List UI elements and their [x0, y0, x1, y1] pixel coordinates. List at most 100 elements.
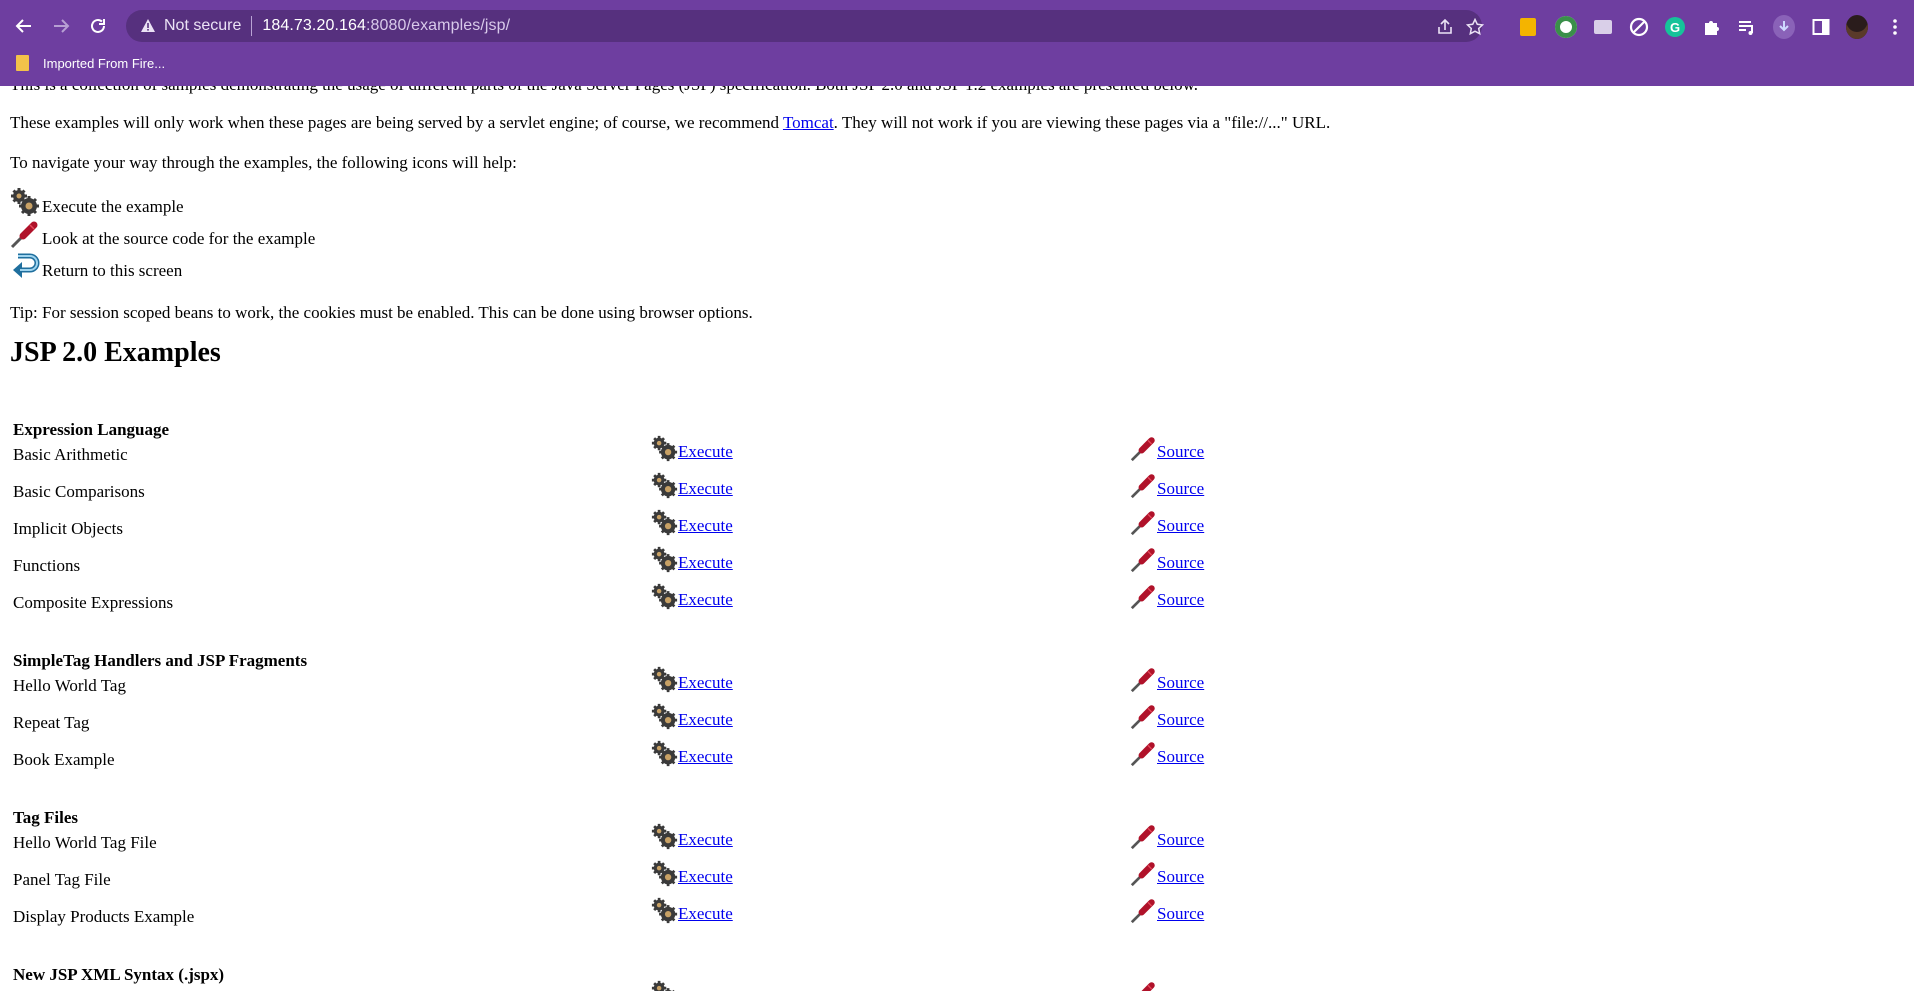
source-link[interactable]: Source — [1157, 710, 1204, 730]
source-link[interactable]: Source — [1157, 590, 1204, 610]
execute-link[interactable]: Execute — [678, 830, 733, 850]
extensions-puzzle-icon[interactable] — [1700, 16, 1722, 38]
group-title: SimpleTag Handlers and JSP Fragments — [13, 651, 308, 670]
group-title: Expression Language — [13, 420, 170, 439]
back-button[interactable] — [10, 12, 38, 40]
forward-button[interactable] — [47, 12, 75, 40]
execute-link[interactable]: Execute — [678, 590, 733, 610]
execute-gear-icon[interactable] — [651, 509, 678, 536]
source-screwdriver-icon[interactable] — [1130, 860, 1157, 887]
legend-execute-text: Execute the example — [42, 197, 184, 216]
source-screwdriver-icon[interactable] — [1130, 435, 1157, 462]
extension-globe-icon[interactable] — [1555, 16, 1577, 38]
keep-extension-icon[interactable] — [1517, 16, 1539, 38]
execute-link-cell: Execute — [651, 435, 733, 462]
execute-gear-icon[interactable] — [651, 435, 678, 462]
intro-paragraph: This is a collection of samples demonstr… — [10, 86, 1198, 95]
source-link[interactable]: Source — [1157, 553, 1204, 573]
profile-avatar[interactable] — [1846, 15, 1868, 39]
execute-link-cell: Execute — [651, 546, 733, 573]
execute-link[interactable]: Execute — [678, 479, 733, 499]
source-screwdriver-icon — [10, 219, 40, 249]
execute-link-cell: Execute — [651, 666, 733, 693]
extension-card-icon[interactable] — [1592, 16, 1614, 38]
reload-icon — [91, 18, 105, 33]
execute-gear-icon[interactable] — [651, 823, 678, 850]
legend-execute: Execute the example — [10, 187, 184, 217]
execute-link[interactable]: Execute — [678, 673, 733, 693]
bookmark-folder-imported[interactable]: Imported From Fire... — [16, 55, 165, 71]
execute-link-cell: Execute — [651, 860, 733, 887]
execute-gear-icon[interactable] — [651, 666, 678, 693]
execute-gear-icon[interactable] — [651, 703, 678, 730]
execute-gear-icon[interactable] — [651, 897, 678, 924]
servlet-note: These examples will only work when these… — [10, 113, 1330, 133]
execute-link[interactable]: Execute — [678, 867, 733, 887]
legend-source-text: Look at the source code for the example — [42, 229, 316, 248]
source-screwdriver-icon[interactable] — [1130, 666, 1157, 693]
execute-link-cell: Execute — [651, 583, 733, 610]
source-screwdriver-icon[interactable] — [1130, 583, 1157, 610]
execute-link[interactable]: Execute — [678, 987, 733, 991]
download-icon[interactable] — [1773, 15, 1795, 39]
source-link[interactable]: Source — [1157, 516, 1204, 536]
source-link[interactable]: Source — [1157, 904, 1204, 924]
source-link-cell: Source — [1130, 703, 1204, 730]
source-link[interactable]: Source — [1157, 867, 1204, 887]
warning-icon — [140, 18, 156, 34]
source-link[interactable]: Source — [1157, 987, 1204, 991]
source-link[interactable]: Source — [1157, 747, 1204, 767]
execute-gear-icon[interactable] — [651, 740, 678, 767]
url-path: :8080/examples/jsp/ — [366, 17, 511, 34]
bookmark-star-icon[interactable] — [1466, 18, 1484, 36]
grammarly-icon[interactable]: G — [1664, 16, 1686, 38]
media-queue-icon[interactable] — [1736, 16, 1758, 38]
not-secure-label[interactable]: Not secure — [164, 17, 241, 35]
block-extension-icon[interactable] — [1628, 16, 1650, 38]
source-screwdriver-icon[interactable] — [1130, 546, 1157, 573]
source-link[interactable]: Source — [1157, 442, 1204, 462]
address-bar[interactable]: Not secure 184.73.20.164:8080/examples/j… — [126, 10, 1484, 42]
execute-gear-icon[interactable] — [651, 980, 678, 991]
page-viewport: This is a collection of samples demonstr… — [0, 86, 1903, 991]
execute-link[interactable]: Execute — [678, 710, 733, 730]
return-arrow-icon — [10, 251, 40, 281]
example-name: Composite Expressions — [13, 593, 174, 612]
source-screwdriver-icon[interactable] — [1130, 823, 1157, 850]
group-title: New JSP XML Syntax (.jspx) — [13, 965, 225, 984]
address-separator — [251, 16, 253, 36]
source-screwdriver-icon[interactable] — [1130, 980, 1157, 991]
browser-menu-icon[interactable] — [1884, 16, 1906, 38]
execute-link-cell: Execute — [651, 823, 733, 850]
source-link[interactable]: Source — [1157, 673, 1204, 693]
execute-link[interactable]: Execute — [678, 442, 733, 462]
execute-link[interactable]: Execute — [678, 553, 733, 573]
group-title: Tag Files — [13, 808, 79, 827]
execute-gear-icon[interactable] — [651, 860, 678, 887]
example-name: Display Products Example — [13, 907, 195, 926]
tomcat-link[interactable]: Tomcat — [783, 113, 834, 132]
execute-link[interactable]: Execute — [678, 904, 733, 924]
execute-gear-icon[interactable] — [651, 546, 678, 573]
source-screwdriver-icon[interactable] — [1130, 472, 1157, 499]
execute-link[interactable]: Execute — [678, 516, 733, 536]
source-link-cell: Source — [1130, 860, 1204, 887]
share-icon[interactable] — [1436, 18, 1454, 36]
source-link[interactable]: Source — [1157, 479, 1204, 499]
source-screwdriver-icon[interactable] — [1130, 509, 1157, 536]
source-screwdriver-icon[interactable] — [1130, 897, 1157, 924]
browser-chrome: Not secure 184.73.20.164:8080/examples/j… — [0, 0, 1914, 86]
execute-gear-icon[interactable] — [651, 472, 678, 499]
execute-link[interactable]: Execute — [678, 747, 733, 767]
execute-gear-icon[interactable] — [651, 583, 678, 610]
source-link-cell: Source — [1130, 897, 1204, 924]
source-screwdriver-icon[interactable] — [1130, 703, 1157, 730]
source-link[interactable]: Source — [1157, 830, 1204, 850]
source-screwdriver-icon[interactable] — [1130, 740, 1157, 767]
url-text[interactable]: 184.73.20.164:8080/examples/jsp/ — [262, 17, 510, 35]
execute-link-cell: Execute — [651, 509, 733, 536]
side-panel-icon[interactable] — [1810, 16, 1832, 38]
folder-icon — [16, 55, 29, 71]
reload-button[interactable] — [84, 12, 112, 40]
navigate-paragraph: To navigate your way through the example… — [10, 153, 517, 172]
